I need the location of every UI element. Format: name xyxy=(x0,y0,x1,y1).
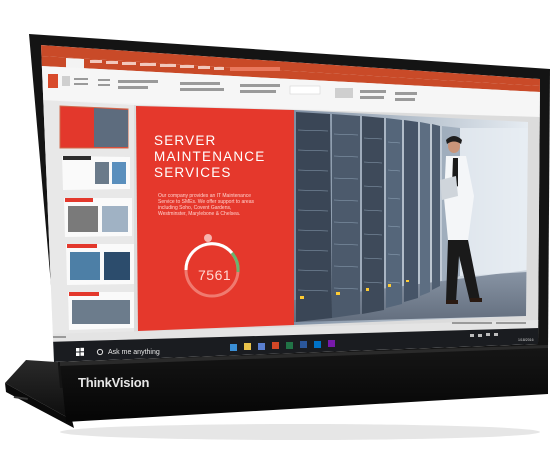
store-icon[interactable] xyxy=(258,343,265,350)
server-racks xyxy=(294,112,528,322)
onenote-icon[interactable] xyxy=(328,340,335,347)
explorer-icon[interactable] xyxy=(244,343,251,350)
slide-body: Our company provides an IT Maintenance S… xyxy=(158,193,254,217)
monitor-photo: ThinkVision SERVER MAINTENANCE SERVICES … xyxy=(0,0,560,450)
slide-thumbnails xyxy=(59,105,134,330)
taskbar-date: 1/18/2016 xyxy=(518,338,534,342)
word-icon[interactable] xyxy=(300,341,307,348)
thinkvision-logo: ThinkVision xyxy=(78,375,150,390)
ribbon-home-tab[interactable] xyxy=(66,58,84,69)
excel-icon[interactable] xyxy=(286,342,293,349)
slide-title: SERVER MAINTENANCE SERVICES xyxy=(154,133,266,180)
powerpoint-icon[interactable] xyxy=(272,342,279,349)
taskbar-search-input[interactable]: Ask me anything xyxy=(108,349,160,356)
gauge-value: 7561 xyxy=(198,267,232,283)
edge-icon[interactable] xyxy=(230,344,237,351)
outlook-icon[interactable] xyxy=(314,341,321,348)
screen xyxy=(41,45,540,362)
